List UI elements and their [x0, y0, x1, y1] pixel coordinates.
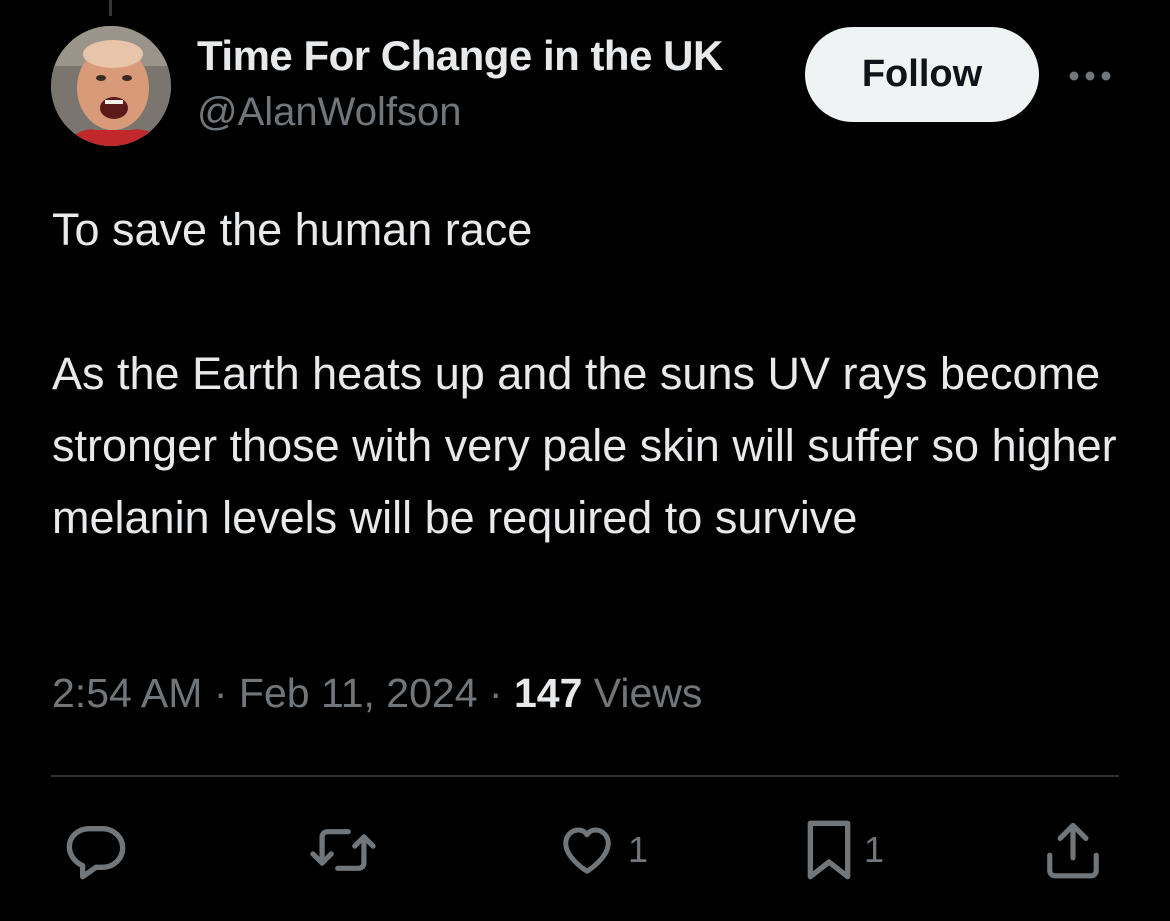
share-icon: [1047, 822, 1099, 879]
tweet-date[interactable]: Feb 11, 2024: [239, 670, 478, 716]
tweet-text: To save the human race As the Earth heat…: [52, 204, 1117, 543]
heart-icon: [563, 827, 611, 874]
tweet-time[interactable]: 2:54 AM: [52, 670, 202, 716]
repost-button[interactable]: [309, 818, 377, 882]
meta-separator: ·: [213, 670, 228, 716]
thread-connector-line: [109, 0, 112, 16]
repost-icon: [310, 829, 376, 871]
tweet-metadata: 2:54 AM · Feb 11, 2024 · 147 Views: [52, 670, 702, 717]
follow-button[interactable]: Follow: [805, 27, 1039, 122]
reply-button[interactable]: [64, 818, 128, 882]
meta-separator: ·: [488, 670, 503, 716]
author-display-name[interactable]: Time For Change in the UK: [197, 32, 782, 80]
like-button[interactable]: 1: [556, 818, 648, 882]
avatar-photo-icon: [51, 26, 171, 146]
views-label: Views: [593, 670, 703, 716]
share-button[interactable]: [1044, 818, 1102, 882]
bookmark-button[interactable]: 1: [804, 818, 884, 882]
divider: [51, 775, 1119, 777]
bookmark-count: 1: [864, 829, 885, 870]
reply-icon: [66, 826, 126, 880]
bookmark-icon: [807, 820, 851, 880]
like-count: 1: [628, 829, 649, 870]
more-horizontal-icon[interactable]: [1066, 64, 1114, 88]
views-count: 147: [513, 670, 583, 716]
avatar[interactable]: [51, 26, 171, 146]
author-handle[interactable]: @AlanWolfson: [197, 90, 461, 135]
